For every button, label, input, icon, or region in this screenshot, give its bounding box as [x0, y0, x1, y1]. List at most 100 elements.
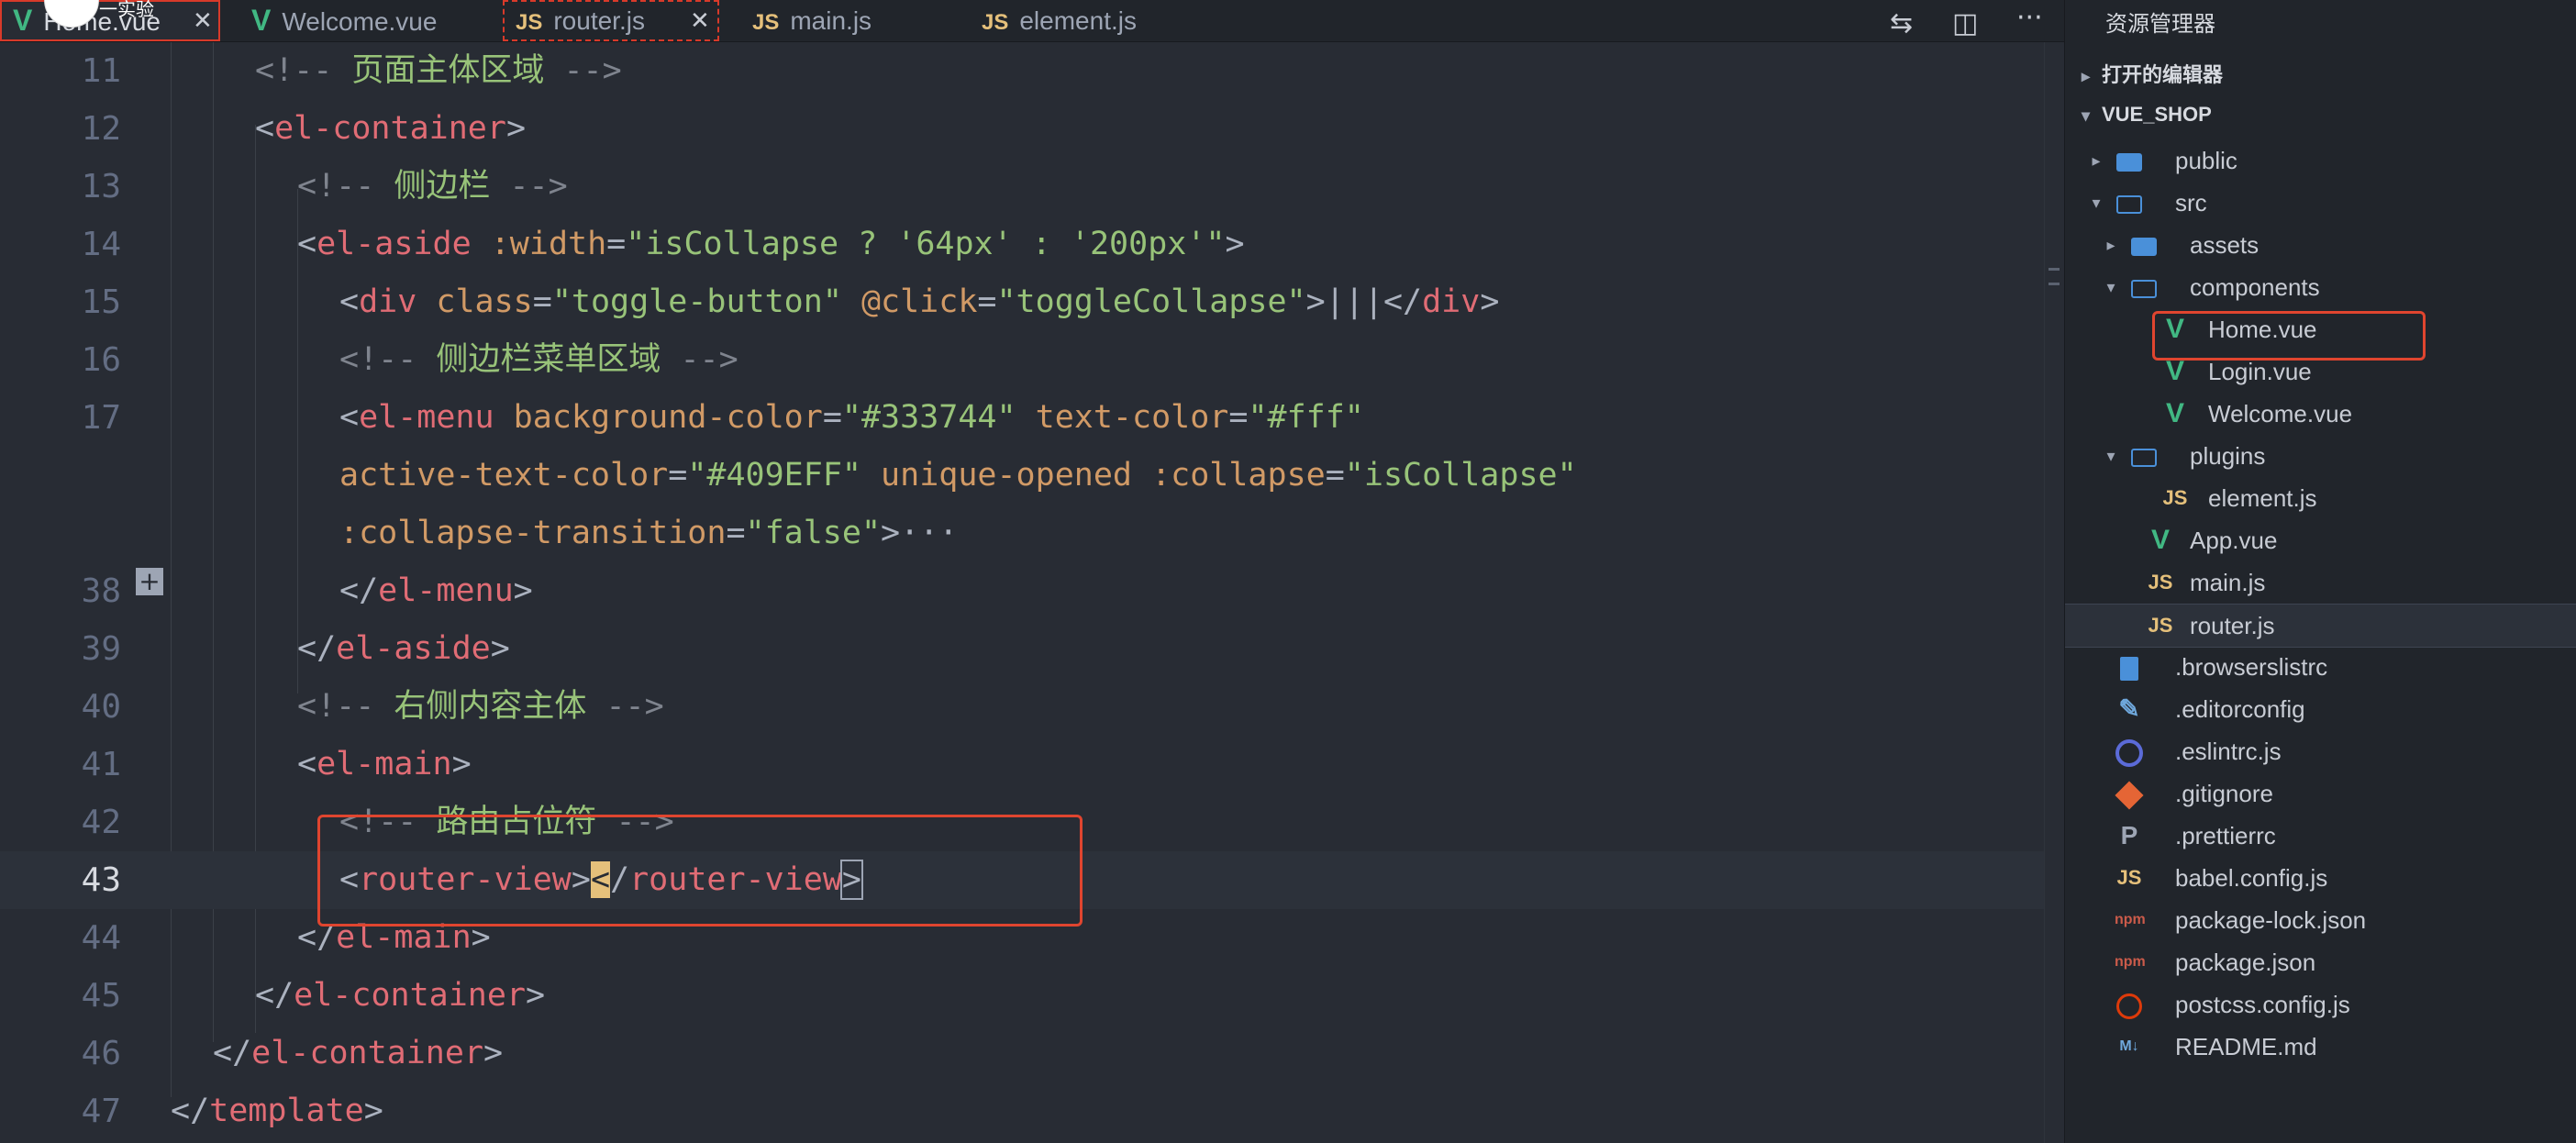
comment-text: 页面主体区域 [351, 52, 545, 89]
line-number: 42 [81, 804, 121, 841]
tag-name: el-aside [336, 630, 491, 667]
code-editor[interactable]: 11 <!-- 页面主体区域 --> 12 <el-container> 13 … [0, 42, 2044, 1143]
tree-item-label: babel.config.js [2175, 864, 2328, 892]
npm-icon: npm [2115, 954, 2146, 970]
tab-welcome-vue[interactable]: V Welcome.vue [239, 0, 468, 41]
tag-name: template [209, 1093, 364, 1129]
code-text: <el-main> [297, 746, 472, 782]
scroll-marker [2049, 268, 2060, 271]
tree-item-gitignore[interactable]: .gitignore [2065, 772, 2576, 815]
avatar-label: 一实验 [99, 0, 154, 20]
tree-item-welcome-vue[interactable]: V Welcome.vue [2065, 393, 2576, 435]
folder-open-icon [2129, 435, 2159, 477]
tree-item-label: .browserslistrc [2175, 653, 2328, 681]
tab-label: router.js [553, 6, 645, 35]
close-icon[interactable]: ✕ [193, 0, 213, 41]
prettier-icon: P [2120, 821, 2138, 849]
attr-name: background-color [513, 399, 823, 436]
line-number: 41 [81, 746, 121, 783]
attr-value: "isCollapse" [1344, 457, 1577, 494]
split-editor-icon[interactable]: ◫ [1952, 7, 1978, 39]
code-line: 12 <el-container> [0, 100, 2044, 158]
close-icon[interactable]: ✕ [690, 0, 710, 41]
line-number: 15 [81, 283, 121, 321]
npm-icon: npm [2115, 912, 2146, 927]
tree-item-postcss-config[interactable]: postcss.config.js [2065, 983, 2576, 1026]
tree-item-app-vue[interactable]: V App.vue [2065, 519, 2576, 561]
tree-item-label: package-lock.json [2175, 906, 2367, 934]
chevron-down-icon: ▾ [2092, 194, 2101, 212]
tree-item-prettierrc[interactable]: P .prettierrc [2065, 815, 2576, 857]
line-number: 16 [81, 341, 121, 379]
tree-item-browserslistrc[interactable]: .browserslistrc [2065, 646, 2576, 688]
folded-ellipsis[interactable]: ··· [900, 515, 958, 551]
attr-value: "#333744" [841, 399, 1016, 436]
open-editors-section[interactable]: ▸ 打开的编辑器 [2082, 59, 2223, 88]
line-number: 40 [81, 688, 121, 726]
tree-item-label: Welcome.vue [2208, 400, 2353, 427]
tree-item-label: .gitignore [2175, 780, 2273, 807]
tag-name: el-container [294, 977, 527, 1014]
attr-name: :width [490, 226, 607, 262]
project-section[interactable]: ▾ VUE_SHOP [2082, 103, 2212, 127]
code-line: 39 </el-aside> [0, 620, 2044, 678]
code-line: :collapse-transition="false">··· [0, 505, 2044, 562]
code-line: 47 </template> [0, 1082, 2044, 1140]
scroll-marker [2049, 283, 2060, 285]
attr-name: :collapse-transition [339, 515, 727, 551]
tag-name: el-container [274, 110, 506, 147]
js-icon: JS [752, 10, 780, 35]
tree-item-label: plugins [2190, 442, 2266, 470]
tree-item-assets[interactable]: ▸ assets [2065, 224, 2576, 266]
expand-fold-icon[interactable]: + [136, 568, 163, 595]
attr-value: "#409EFF" [687, 457, 861, 494]
tree-item-src[interactable]: ▾ src [2065, 182, 2576, 224]
tab-element-js[interactable]: JS element.js [969, 0, 1189, 41]
tree-item-package-lock[interactable]: npm package-lock.json [2065, 899, 2576, 941]
tree-item-components[interactable]: ▾ components [2065, 266, 2576, 308]
tree-item-babel-config[interactable]: JS babel.config.js [2065, 857, 2576, 899]
tree-item-public[interactable]: ▸ public [2065, 139, 2576, 182]
code-text: :collapse-transition="false">··· [339, 515, 959, 551]
editor-scrollbar[interactable] [2044, 42, 2065, 1143]
folder-open-icon [2129, 266, 2159, 308]
tree-item-editorconfig[interactable]: ✎ .editorconfig [2065, 688, 2576, 730]
code-text: <!-- 侧边栏 --> [297, 168, 568, 205]
code-text: <el-container> [255, 110, 527, 147]
tree-item-eslintrc[interactable]: .eslintrc.js [2065, 730, 2576, 772]
tree-item-element-js[interactable]: JS element.js [2065, 477, 2576, 519]
js-icon: JS [2116, 866, 2142, 889]
line-number: 38 [81, 572, 121, 610]
tag-name: el-container [251, 1035, 484, 1071]
tree-item-label: element.js [2208, 484, 2317, 512]
tree-item-label: .prettierrc [2175, 822, 2276, 849]
attr-value: "toggle-button" [551, 283, 842, 320]
attr-value: "isCollapse ? '64px' : '200px'" [626, 226, 1226, 262]
code-text: <el-aside :width="isCollapse ? '64px' : … [297, 226, 1245, 262]
code-line: 15 <div class="toggle-button" @click="to… [0, 273, 2044, 331]
more-actions-icon[interactable]: ··· [2016, 2, 2043, 34]
tree-item-plugins[interactable]: ▾ plugins [2065, 435, 2576, 477]
code-text: <!-- 右侧内容主体 --> [297, 688, 664, 725]
tab-main-js[interactable]: JS main.js [739, 0, 923, 41]
tag-name: el-aside [316, 226, 472, 262]
code-text: <!-- 页面主体区域 --> [255, 52, 622, 89]
line-number: 43 [81, 861, 121, 899]
line-number: 46 [81, 1035, 121, 1072]
tab-router-js[interactable]: JS router.js ✕ [503, 0, 719, 41]
tree-item-router-js[interactable]: JS router.js [2065, 604, 2576, 648]
tree-item-label: postcss.config.js [2175, 991, 2350, 1018]
tree-item-main-js[interactable]: JS main.js [2065, 561, 2576, 604]
tree-item-package-json[interactable]: npm package.json [2065, 941, 2576, 983]
code-line: 45 </el-container> [0, 967, 2044, 1025]
compare-icon[interactable]: ⇆ [1890, 7, 1913, 39]
tree-item-label: components [2190, 273, 2320, 301]
tree-item-readme[interactable]: M↓ README.md [2065, 1026, 2576, 1068]
editorconfig-icon: ✎ [2118, 694, 2140, 723]
tree-item-label: src [2175, 189, 2207, 216]
tag-name: el-menu [378, 572, 514, 609]
folder-icon [2115, 139, 2144, 182]
tab-label: Welcome.vue [282, 7, 438, 36]
js-icon: JS [2162, 486, 2188, 509]
js-icon: JS [516, 10, 543, 35]
